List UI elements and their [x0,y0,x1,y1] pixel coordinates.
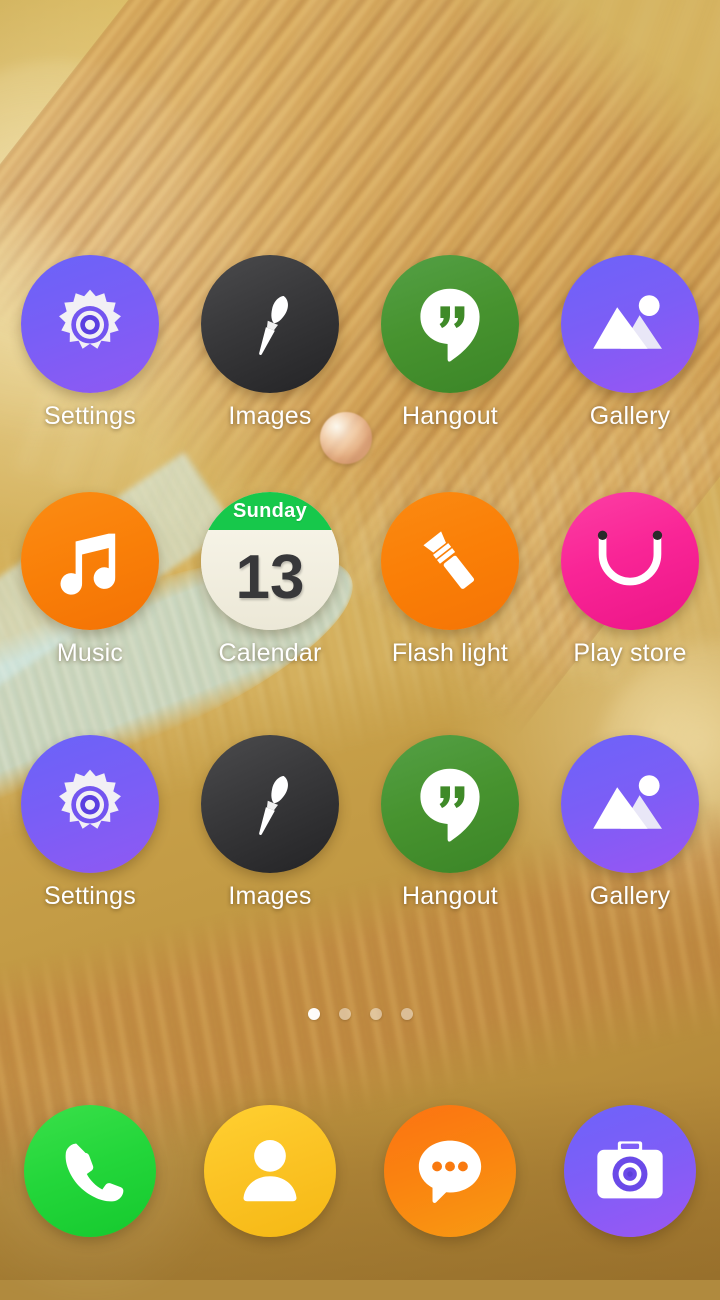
app-label: Settings [44,882,136,911]
dock-item-camera[interactable] [540,1105,720,1237]
app-label: Gallery [590,402,671,431]
app-music[interactable]: Music [0,492,180,668]
gear-icon[interactable] [21,735,159,873]
app-play-store[interactable]: Play store [540,492,720,668]
flashlight-icon[interactable] [381,492,519,630]
app-label: Calendar [218,639,321,668]
page-dot-3[interactable] [370,1008,382,1020]
chat-quote-icon[interactable] [381,735,519,873]
app-label: Settings [44,402,136,431]
calendar-icon[interactable]: Sunday 13 [201,492,339,630]
app-label: Play store [573,639,686,668]
app-label: Hangout [402,402,498,431]
music-note-icon[interactable] [21,492,159,630]
app-images[interactable]: Images [180,255,360,431]
paintbrush-icon[interactable] [201,735,339,873]
dock-item-phone[interactable] [0,1105,180,1237]
person-icon[interactable] [204,1105,336,1237]
camera-icon[interactable] [564,1105,696,1237]
calendar-weekday: Sunday [201,492,339,530]
dock [0,1105,720,1237]
home-screen: Settings Images [0,0,720,1280]
app-row: Settings Images [0,255,720,431]
app-label: Flash light [392,639,508,668]
calendar-day-area: 13 [201,530,339,630]
photo-mountain-icon[interactable] [561,255,699,393]
app-gallery[interactable]: Gallery [540,255,720,431]
calendar-day-number: 13 [236,547,305,609]
photo-mountain-icon[interactable] [561,735,699,873]
app-gallery[interactable]: Gallery [540,735,720,911]
app-settings[interactable]: Settings [0,255,180,431]
app-flash-light[interactable]: Flash light [360,492,540,668]
wallpaper-bubble [320,412,372,464]
chat-quote-icon[interactable] [381,255,519,393]
app-label: Images [228,402,311,431]
dock-item-contacts[interactable] [180,1105,360,1237]
app-row: Music Sunday 13 Calendar [0,492,720,668]
phone-handset-icon[interactable] [24,1105,156,1237]
app-settings[interactable]: Settings [0,735,180,911]
app-images[interactable]: Images [180,735,360,911]
dock-item-messages[interactable] [360,1105,540,1237]
app-label: Images [228,882,311,911]
app-label: Gallery [590,882,671,911]
paintbrush-icon[interactable] [201,255,339,393]
app-hangout[interactable]: Hangout [360,255,540,431]
page-dot-1[interactable] [308,1008,320,1020]
app-label: Music [57,639,123,668]
gear-icon[interactable] [21,255,159,393]
app-hangout[interactable]: Hangout [360,735,540,911]
app-label: Hangout [402,882,498,911]
app-row: Settings Images [0,735,720,911]
page-indicator[interactable] [0,1008,720,1020]
message-bubble-icon[interactable] [384,1105,516,1237]
shopping-bag-icon[interactable] [561,492,699,630]
app-calendar[interactable]: Sunday 13 Calendar [180,492,360,668]
page-dot-2[interactable] [339,1008,351,1020]
page-dot-4[interactable] [401,1008,413,1020]
